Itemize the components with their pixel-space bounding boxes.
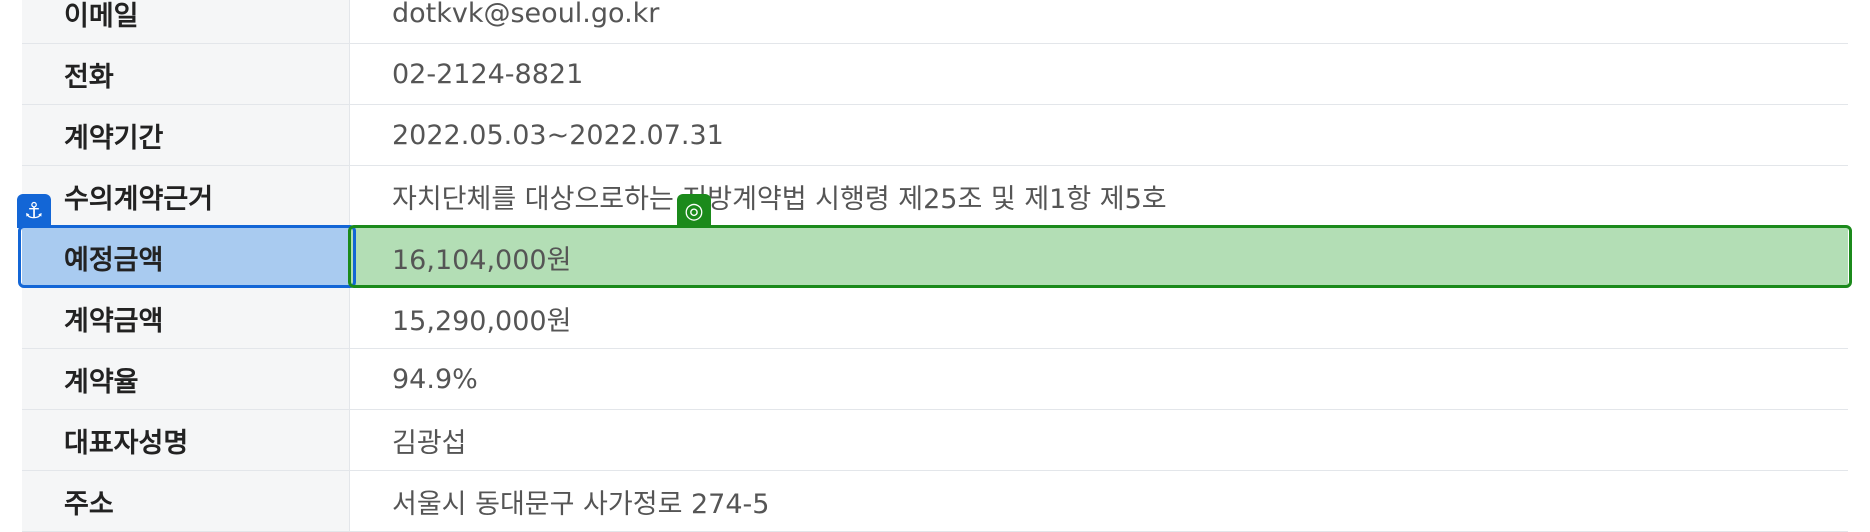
row-label: 이메일 — [22, 0, 350, 43]
row-label: 계약금액 — [22, 288, 350, 348]
row-value[interactable]: 16,104,000원 — [350, 227, 1848, 287]
table-row-contract-rate: 계약율 94.9% — [22, 349, 1848, 410]
row-value: 서울시 동대문구 사가정로 274-5 — [392, 488, 770, 520]
table-row-contract-basis: 수의계약근거 자치단체를 대상으로하는 지방계약법 시행령 제25조 및 제1항… — [22, 166, 1848, 227]
table-row-estimated-amount: 예정금액 16,104,000원 ⚓ ◎ — [17, 194, 1852, 288]
row-value: 94.9% — [392, 363, 478, 395]
contract-info-table: 이메일 dotkvk@seoul.go.kr 전화 02-2124-8821 계… — [17, 0, 1852, 532]
row-label[interactable]: 예정금액 — [22, 227, 350, 287]
table-row-contract-amount: 계약금액 15,290,000원 — [22, 288, 1848, 349]
row-label: 계약율 — [22, 349, 350, 409]
row-value: 자치단체를 대상으로하는 지방계약법 시행령 제25조 및 제1항 제5호 — [392, 183, 1167, 215]
row-value: 02-2124-8821 — [392, 58, 584, 90]
table-row-representative: 대표자성명 김광섭 — [22, 410, 1848, 471]
row-value: 15,290,000원 — [392, 305, 572, 337]
row-value: dotkvk@seoul.go.kr — [392, 0, 660, 29]
table-row-email: 이메일 dotkvk@seoul.go.kr — [22, 0, 1848, 44]
row-label: 계약기간 — [22, 105, 350, 165]
table-row-contract-period: 계약기간 2022.05.03~2022.07.31 — [22, 105, 1848, 166]
row-label: 대표자성명 — [22, 410, 350, 470]
row-value: 김광섭 — [392, 427, 467, 459]
row-label: 주소 — [22, 471, 350, 531]
row-value: 2022.05.03~2022.07.31 — [392, 119, 724, 151]
row-label: 수의계약근거 — [22, 166, 350, 226]
table-row-address: 주소 서울시 동대문구 사가정로 274-5 — [22, 471, 1848, 532]
table-row-phone: 전화 02-2124-8821 — [22, 44, 1848, 105]
row-label: 전화 — [22, 44, 350, 104]
